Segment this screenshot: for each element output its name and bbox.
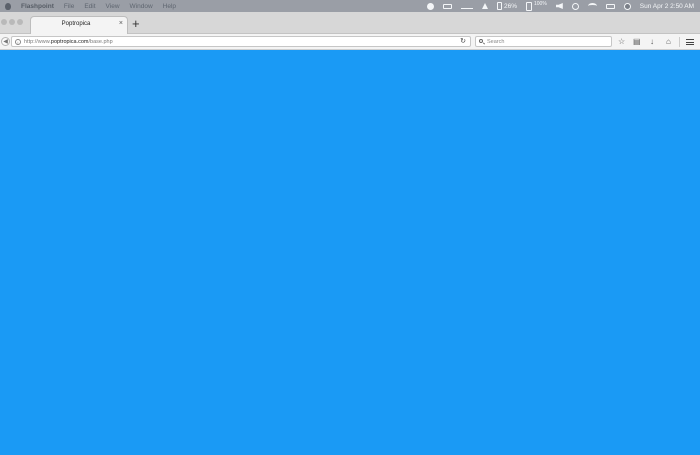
menu-view[interactable]: View <box>106 3 120 10</box>
reload-icon[interactable]: ↻ <box>460 37 466 45</box>
menu-icon[interactable] <box>686 39 694 45</box>
search-input[interactable] <box>487 37 607 46</box>
screen-icon[interactable] <box>605 3 615 9</box>
new-tab-button[interactable]: + <box>132 17 140 30</box>
zoom-window-icon[interactable] <box>17 19 23 25</box>
toolbar-divider <box>679 37 680 47</box>
url-bar[interactable]: i http://www.poptropica.com/base.php ↻ <box>11 36 471 47</box>
bookmark-star-icon[interactable]: ☆ <box>618 37 625 46</box>
globe-icon[interactable] <box>426 2 434 10</box>
menu-edit[interactable]: Edit <box>84 3 95 10</box>
url-prefix: http://www. <box>24 38 51 45</box>
apple-icon[interactable] <box>5 2 11 10</box>
battery-icon <box>496 2 502 10</box>
navigation-bar: ◀ i http://www.poptropica.com/base.php ↻… <box>0 34 700 50</box>
clipboard-icon[interactable]: ▤ <box>633 37 641 46</box>
app-name-menu[interactable]: Flashpoint <box>21 3 54 10</box>
minimize-window-icon[interactable] <box>9 19 15 25</box>
status-area: 26% 100% Sun Apr 2 2:50 AM <box>426 1 700 11</box>
display-icon[interactable] <box>442 3 452 9</box>
url-path: /base.php <box>88 38 113 45</box>
menu-help[interactable]: Help <box>163 3 176 10</box>
battery-icon <box>526 1 532 11</box>
wifi-icon[interactable] <box>587 3 597 9</box>
clock-text[interactable]: Sun Apr 2 2:50 AM <box>640 3 694 10</box>
download-icon[interactable]: ↓ <box>650 37 654 46</box>
url-text[interactable]: http://www.poptropica.com/base.php <box>24 39 113 45</box>
tab-poptropica[interactable]: Poptropica × <box>30 16 128 34</box>
menu-file[interactable]: File <box>64 3 74 10</box>
user-icon[interactable] <box>623 2 631 10</box>
battery2-percent: 100% <box>534 1 547 7</box>
speaker-icon[interactable] <box>555 3 563 9</box>
home-icon[interactable]: ⌂ <box>666 37 671 46</box>
menu-window[interactable]: Window <box>130 3 153 10</box>
battery-status[interactable]: 26% <box>496 2 517 10</box>
page-content[interactable] <box>0 50 700 455</box>
upload-icon[interactable] <box>481 3 488 9</box>
url-domain: poptropica.com <box>50 38 89 45</box>
battery-status-2[interactable]: 100% <box>526 1 547 11</box>
tab-title: Poptropica <box>61 21 91 27</box>
clock-icon[interactable] <box>571 2 579 10</box>
tab-bar: Poptropica × + <box>0 12 700 34</box>
search-icon <box>479 39 483 43</box>
back-button[interactable]: ◀ <box>1 37 10 46</box>
search-bar[interactable] <box>475 36 612 47</box>
menu-bar: Flashpoint File Edit View Window Help 26… <box>0 0 700 12</box>
tab-close-icon[interactable]: × <box>119 20 123 27</box>
battery-percent: 26% <box>503 2 517 10</box>
info-icon[interactable]: i <box>15 38 21 45</box>
signal-icon[interactable] <box>460 3 473 9</box>
menu-bar-left: Flashpoint File Edit View Window Help <box>0 2 176 10</box>
close-window-icon[interactable] <box>1 19 7 25</box>
